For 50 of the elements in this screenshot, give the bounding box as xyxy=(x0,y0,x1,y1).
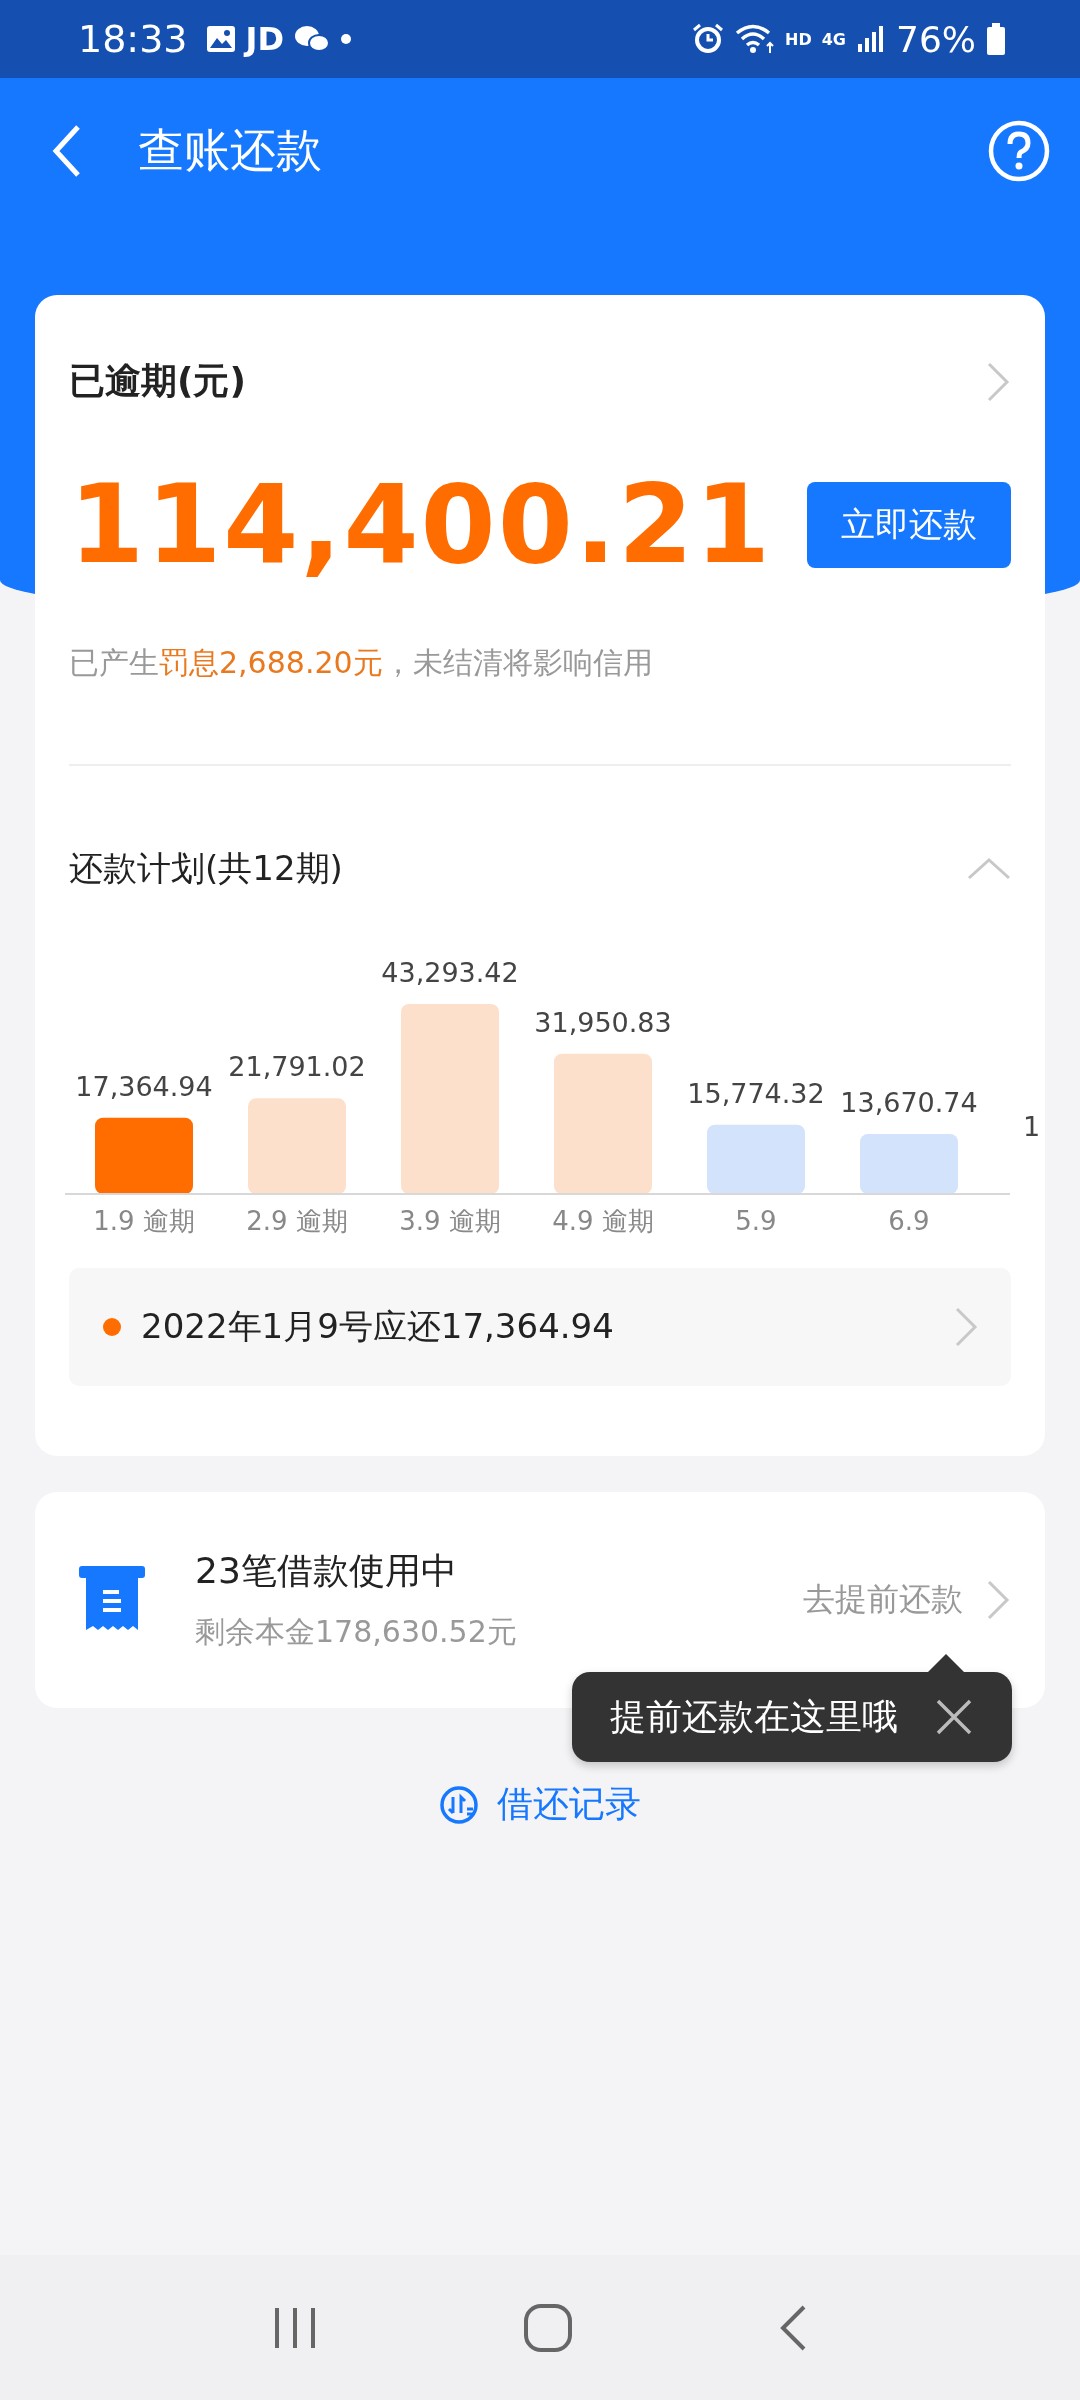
status-time: 18:33 xyxy=(78,17,188,61)
notification-text: JD xyxy=(245,20,284,58)
dot-icon xyxy=(340,33,352,45)
penalty-note: 已产生罚息2,688.20元，未结清将影响信用 xyxy=(69,644,654,682)
chart-bar[interactable] xyxy=(860,1134,958,1194)
network-type: 4G xyxy=(821,29,846,49)
bar-value-label: 17,364.94 xyxy=(75,1070,213,1102)
bar-category-label: 6.9 xyxy=(888,1206,930,1236)
records-link[interactable]: 借还记录 xyxy=(439,1780,641,1829)
bar-value-label: 13,670.74 xyxy=(840,1087,978,1118)
bar-category-label: 3.9 逾期 xyxy=(399,1206,501,1236)
bar-value-label: 1 xyxy=(1023,1111,1041,1142)
wifi-icon xyxy=(735,23,776,55)
bar-category-label: 2.9 逾期 xyxy=(246,1206,348,1236)
signal-icon xyxy=(856,24,886,54)
loan-title: 23笔借款使用中 xyxy=(195,1549,458,1593)
help-icon[interactable] xyxy=(988,119,1050,182)
bar-category-label: 5.9 xyxy=(735,1206,777,1236)
plan-title: 还款计划(共12期) xyxy=(69,847,343,890)
bar-value-label: 31,950.83 xyxy=(534,1006,672,1038)
overdue-title: 已逾期(元) xyxy=(69,359,246,403)
chart-bar[interactable] xyxy=(248,1098,346,1194)
bar-value-label: 21,791.02 xyxy=(228,1051,366,1083)
battery-icon xyxy=(986,23,1006,55)
chart-bar[interactable] xyxy=(95,1117,193,1194)
chevron-right-icon[interactable] xyxy=(985,1578,1011,1622)
page-title: 查账还款 xyxy=(138,121,322,179)
chevron-right-icon xyxy=(953,1305,979,1349)
hd-indicator: HD xyxy=(785,29,812,49)
chevron-up-icon[interactable] xyxy=(967,856,1011,882)
home-icon[interactable] xyxy=(523,2302,573,2353)
battery-percent: 76% xyxy=(896,18,976,60)
bar-category-label: 4.9 逾期 xyxy=(552,1206,654,1236)
bar-value-label: 15,774.32 xyxy=(687,1077,825,1109)
bar-category-label: 1.9 逾期 xyxy=(93,1206,195,1236)
tooltip-text: 提前还款在这里哦 xyxy=(610,1694,898,1739)
pay-now-button[interactable]: 立即还款 xyxy=(807,481,1011,568)
bar-value-label: 43,293.42 xyxy=(381,956,519,988)
image-icon xyxy=(205,25,236,53)
transfer-icon xyxy=(439,1784,479,1825)
alarm-icon xyxy=(691,22,726,56)
chart-bar[interactable] xyxy=(707,1124,805,1194)
prepay-link[interactable]: 去提前还款 xyxy=(803,1578,963,1622)
chart-bar[interactable] xyxy=(401,1003,499,1194)
overdue-amount: 114,400.21 xyxy=(69,462,773,587)
due-note-text: 2022年1月9号应还17,364.94 xyxy=(141,1305,614,1348)
remaining-principal: 剩余本金178,630.52元 xyxy=(195,1613,517,1651)
due-note-panel[interactable]: 2022年1月9号应还17,364.94 xyxy=(69,1268,1011,1386)
chart-bar[interactable] xyxy=(554,1053,652,1194)
close-icon[interactable] xyxy=(934,1697,974,1737)
